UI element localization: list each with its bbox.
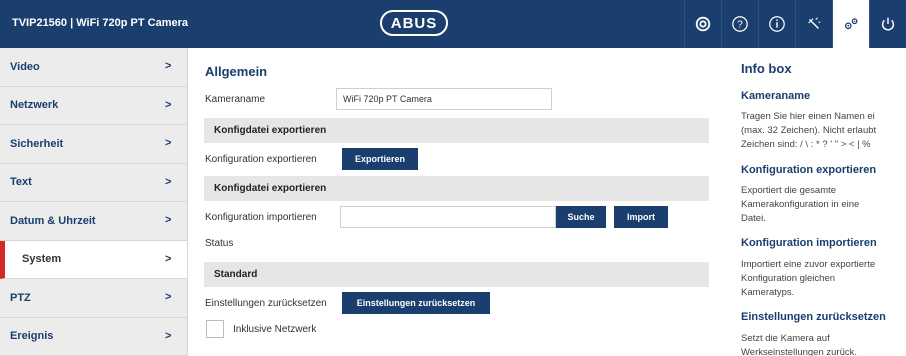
device-title: TVIP21560 | WiFi 720p PT Camera <box>12 17 188 29</box>
sidebar-item-netzwerk[interactable]: Netzwerk > <box>0 87 187 125</box>
sidebar-item-label: PTZ <box>10 291 31 304</box>
info-text-reset-2: Werkseinstellungen zurück. <box>741 347 857 356</box>
wizard-icon[interactable] <box>795 0 832 48</box>
info-text-export-2: Kamerakonfiguration in eine <box>741 199 860 210</box>
sidebar-item-ereignis[interactable]: Ereignis > <box>0 318 187 356</box>
info-text-import-1: Importiert eine zuvor exportierte <box>741 259 876 270</box>
camera-name-label: Kameraname <box>205 94 266 105</box>
info-box-title: Info box <box>741 61 792 76</box>
chevron-right-icon: > <box>165 252 172 265</box>
sidebar-item-system[interactable]: System > <box>0 240 187 279</box>
settings-icon[interactable] <box>832 0 869 48</box>
info-heading-import: Konfiguration importieren <box>741 237 877 249</box>
top-bar: TVIP21560 | WiFi 720p PT Camera ABUS ? <box>0 0 906 48</box>
info-heading-export: Konfiguration exportieren <box>741 164 877 176</box>
chevron-right-icon: > <box>165 137 172 149</box>
info-text-import-3: Kameratyps. <box>741 287 795 298</box>
sidebar-item-sicherheit[interactable]: Sicherheit > <box>0 125 187 164</box>
main-panel: Allgemein Kameraname WiFi 720p PT Camera… <box>196 48 720 356</box>
chevron-right-icon: > <box>165 329 172 342</box>
export-button[interactable]: Exportieren <box>342 148 418 170</box>
reset-label: Einstellungen zurücksetzen <box>205 298 327 309</box>
info-box: Info box Kameraname Tragen Sie hier eine… <box>737 48 906 356</box>
svg-text:?: ? <box>737 20 743 31</box>
chevron-right-icon: > <box>165 291 172 303</box>
import-label: Konfiguration importieren <box>205 212 317 223</box>
search-button[interactable]: Suche <box>556 206 606 228</box>
sidebar-item-label: Datum & Uhrzeit <box>10 214 96 227</box>
sidebar-item-label: Netzwerk <box>10 99 59 112</box>
sidebar: Video > Netzwerk > Sicherheit > Text > Datum… <box>0 48 188 356</box>
info-text-camera-name-3: Zeichen sind: / \ : * ? ' " > < | % <box>741 139 871 150</box>
chevron-right-icon: > <box>165 60 172 72</box>
chevron-right-icon: > <box>165 175 172 188</box>
section-export-header: Konfigdatei exportieren <box>204 118 709 143</box>
export-label: Konfiguration exportieren <box>205 154 317 165</box>
info-text-export-1: Exportiert die gesamte <box>741 185 837 196</box>
info-text-camera-name-2: (max. 32 Zeichen). Nicht erlaubt <box>741 125 877 136</box>
chevron-right-icon: > <box>165 214 172 226</box>
info-text-export-3: Datei. <box>741 213 766 224</box>
sidebar-item-label: System <box>22 253 62 266</box>
section-import-header: Konfigdatei exportieren <box>204 176 709 201</box>
include-network-checkbox[interactable] <box>206 320 224 338</box>
sidebar-item-label: Video <box>10 60 40 73</box>
sidebar-item-video[interactable]: Video > <box>0 48 187 87</box>
info-text-reset-1: Setzt die Kamera auf <box>741 333 830 344</box>
sidebar-item-datum-uhrzeit[interactable]: Datum & Uhrzeit > <box>0 202 187 241</box>
import-file-input[interactable] <box>340 206 556 228</box>
info-text-import-2: Konfiguration gleichen <box>741 273 836 284</box>
sidebar-item-label: Sicherheit <box>10 137 64 150</box>
help-icon[interactable]: ? <box>721 0 758 48</box>
reset-settings-button[interactable]: Einstellungen zurücksetzen <box>342 292 490 314</box>
status-label: Status <box>205 238 234 249</box>
camera-name-input[interactable]: WiFi 720p PT Camera <box>336 88 552 110</box>
sidebar-item-label: Ereignis <box>10 330 54 343</box>
top-toolbar: ? <box>684 0 906 48</box>
info-text-camera-name-1: Tragen Sie hier einen Namen ei <box>741 111 875 122</box>
chevron-right-icon: > <box>165 98 172 111</box>
power-icon[interactable] <box>869 0 906 48</box>
section-standard-header: Standard <box>204 262 709 287</box>
live-view-icon[interactable] <box>684 0 721 48</box>
page-title: Allgemein <box>205 64 268 79</box>
import-button[interactable]: Import <box>614 206 668 228</box>
sidebar-item-label: Text <box>10 176 32 189</box>
abus-logo: ABUS <box>380 10 448 36</box>
info-icon[interactable] <box>758 0 795 48</box>
include-network-label: Inklusive Netzwerk <box>233 324 317 335</box>
sidebar-item-ptz[interactable]: PTZ > <box>0 279 187 318</box>
sidebar-item-text[interactable]: Text > <box>0 164 187 202</box>
info-heading-camera-name: Kameraname <box>741 90 811 102</box>
info-heading-reset: Einstellungen zurücksetzen <box>741 311 886 323</box>
